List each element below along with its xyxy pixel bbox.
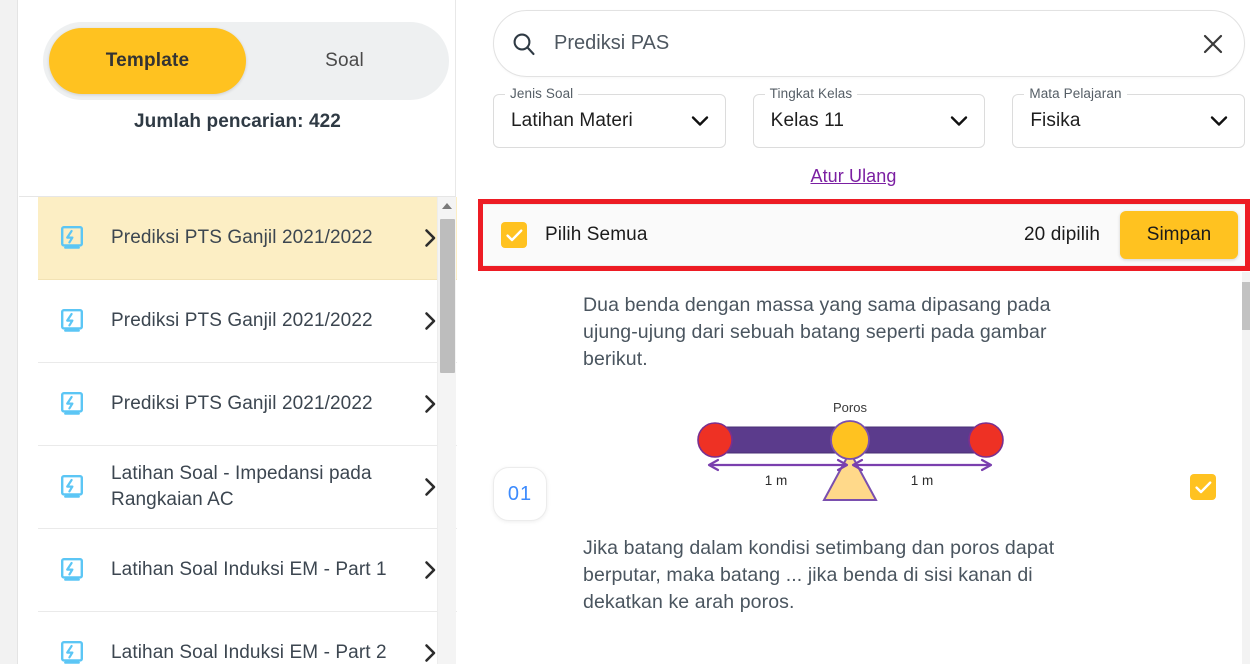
lever-balance-diagram: Poros 1 m 1 m xyxy=(696,400,1004,501)
chevron-down-icon xyxy=(1208,115,1230,127)
reset-filters-link[interactable]: Atur Ulang xyxy=(457,166,1250,187)
question-panel-edge xyxy=(1234,272,1242,664)
selection-toolbar: Pilih Semua 20 dipilih Simpan xyxy=(483,204,1245,266)
list-item[interactable]: Prediksi PTS Ganjil 2021/2022 xyxy=(38,363,457,446)
filter-tingkat-kelas[interactable]: Tingkat Kelas Kelas 11 xyxy=(752,86,986,156)
filter-mata-pelajaran-value: Fisika xyxy=(1030,110,1081,131)
search-input[interactable] xyxy=(554,32,1182,55)
filter-jenis-soal-label: Jenis Soal xyxy=(505,86,579,101)
right-scrollbar[interactable] xyxy=(1242,272,1250,664)
list-item-label: Prediksi PTS Ganjil 2021/2022 xyxy=(111,393,373,414)
filter-jenis-soal-value: Latihan Materi xyxy=(511,110,633,131)
list-item[interactable]: Prediksi PTS Ganjil 2021/2022 xyxy=(38,280,457,363)
question-row: 01 Dua benda dengan massa yang sama dipa… xyxy=(457,272,1242,616)
scroll-up-arrow-icon[interactable] xyxy=(438,197,456,214)
question-list: 01 Dua benda dengan massa yang sama dipa… xyxy=(457,272,1242,664)
list-item[interactable]: Latihan Soal Induksi EM - Part 2 xyxy=(38,612,457,664)
chevron-down-icon xyxy=(689,115,711,127)
filter-mata-pelajaran-label: Mata Pelajaran xyxy=(1024,86,1127,101)
list-item-label: Prediksi PTS Ganjil 2021/2022 xyxy=(111,310,373,331)
list-item[interactable]: Prediksi PTS Ganjil 2021/2022 xyxy=(38,197,457,280)
right-panel: Jenis Soal Latihan Materi Tingkat Kelas … xyxy=(457,0,1250,664)
search-icon xyxy=(494,31,554,57)
svg-text:1 m: 1 m xyxy=(764,473,787,488)
left-panel: Template Soal Jumlah pencarian: 422 Pred… xyxy=(19,0,475,664)
left-scrollbar-thumb[interactable] xyxy=(440,219,455,373)
question-figure: Poros 1 m 1 m xyxy=(583,395,1156,515)
list-item[interactable]: Latihan Soal - Impedansi pada Rangkaian … xyxy=(38,446,457,529)
filter-jenis-soal-select[interactable]: Latihan Materi xyxy=(493,94,726,148)
select-all-checkbox[interactable] xyxy=(501,222,527,248)
question-select-checkbox[interactable] xyxy=(1190,474,1216,500)
filter-row: Jenis Soal Latihan Materi Tingkat Kelas … xyxy=(493,86,1246,156)
question-checkbox-column xyxy=(1164,292,1242,616)
lesson-icon xyxy=(61,558,95,582)
svg-text:1 m: 1 m xyxy=(910,473,933,488)
search-bar[interactable] xyxy=(493,10,1245,77)
list-item-label: Prediksi PTS Ganjil 2021/2022 xyxy=(111,227,373,248)
list-top-divider xyxy=(19,196,456,197)
tab-soal[interactable]: Soal xyxy=(246,28,443,94)
question-body: Dua benda dengan massa yang sama dipasan… xyxy=(583,292,1164,616)
filter-mata-pelajaran-select[interactable]: Fisika xyxy=(1012,94,1246,148)
list-item-label: Latihan Soal Induksi EM - Part 2 xyxy=(111,642,387,663)
filter-jenis-soal[interactable]: Jenis Soal Latihan Materi xyxy=(493,86,726,156)
list-item[interactable]: Latihan Soal Induksi EM - Part 1 xyxy=(38,529,457,612)
tab-template[interactable]: Template xyxy=(49,28,246,94)
search-count-label: Jumlah pencarian: 422 xyxy=(134,111,341,132)
question-number-column: 01 xyxy=(457,292,583,616)
filter-mata-pelajaran[interactable]: Mata Pelajaran Fisika xyxy=(1012,86,1246,156)
save-button[interactable]: Simpan xyxy=(1120,211,1238,259)
filter-tingkat-kelas-select[interactable]: Kelas 11 xyxy=(752,94,986,148)
list-item-label: Latihan Soal Induksi EM - Part 1 xyxy=(111,559,387,580)
question-prompt-bottom: Jika batang dalam kondisi setimbang dan … xyxy=(583,537,1055,613)
close-icon[interactable] xyxy=(1182,32,1244,56)
lesson-icon xyxy=(61,392,95,416)
selected-count-label: 20 dipilih xyxy=(1024,224,1100,245)
lesson-icon xyxy=(61,641,95,664)
view-toggle-group: Template Soal xyxy=(43,22,449,100)
lesson-icon xyxy=(61,475,95,499)
left-gutter xyxy=(0,0,18,664)
template-list[interactable]: Prediksi PTS Ganjil 2021/2022 Prediksi PT… xyxy=(38,197,475,664)
right-scrollbar-thumb[interactable] xyxy=(1242,282,1250,330)
lesson-icon xyxy=(61,309,95,333)
svg-text:Poros: Poros xyxy=(833,400,867,415)
question-prompt-top: Dua benda dengan massa yang sama dipasan… xyxy=(583,294,1051,370)
select-all-label: Pilih Semua xyxy=(545,224,648,245)
left-scrollbar[interactable] xyxy=(437,197,456,664)
filter-tingkat-kelas-value: Kelas 11 xyxy=(770,110,845,131)
question-number-badge: 01 xyxy=(493,467,547,521)
chevron-down-icon xyxy=(948,115,970,127)
question-bank-screen: Template Soal Jumlah pencarian: 422 Pred… xyxy=(0,0,1250,664)
filter-tingkat-kelas-label: Tingkat Kelas xyxy=(764,86,858,101)
list-item-label: Latihan Soal - Impedansi pada Rangkaian … xyxy=(111,463,372,510)
lesson-icon xyxy=(61,226,95,250)
